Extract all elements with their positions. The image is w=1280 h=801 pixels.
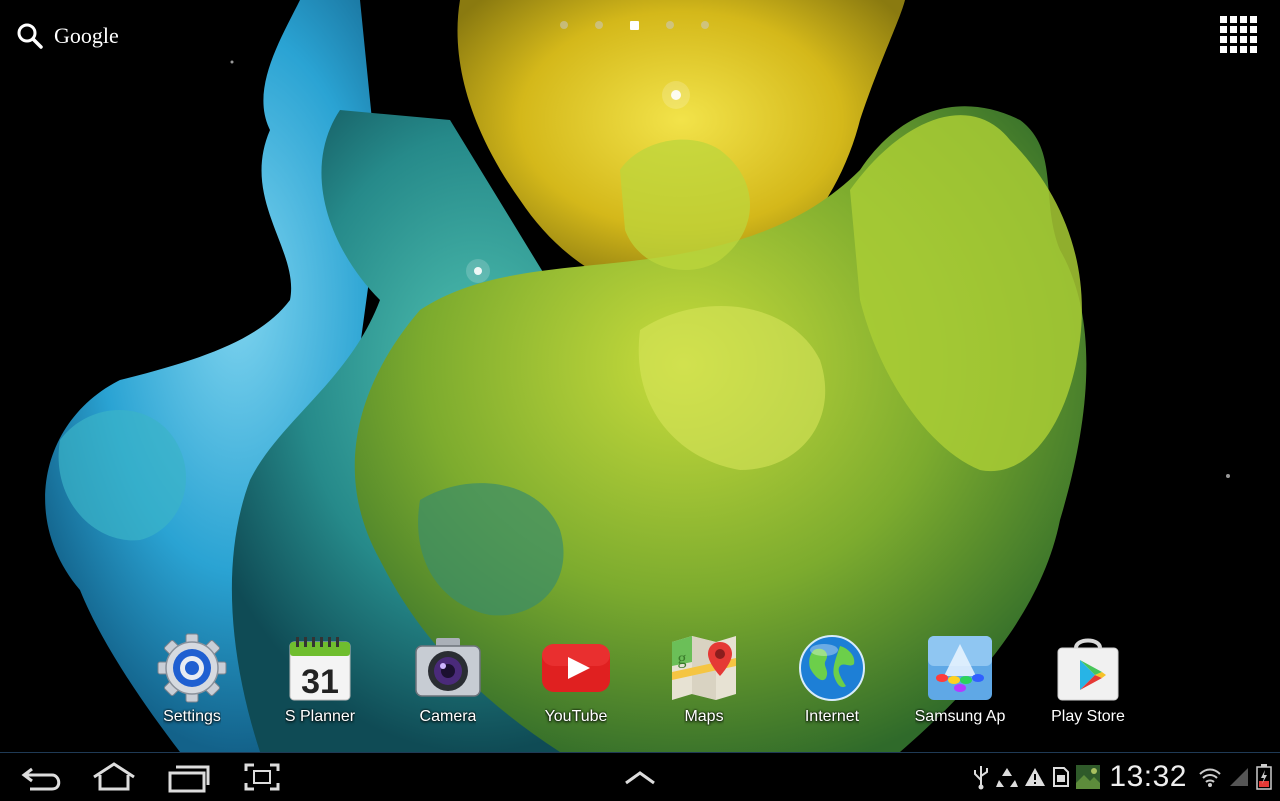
app-youtube[interactable]: YouTube xyxy=(512,632,640,742)
page-dot[interactable] xyxy=(666,21,674,29)
app-camera[interactable]: Camera xyxy=(384,632,512,742)
app-label: Play Store xyxy=(1051,708,1125,725)
google-search-label: Google xyxy=(54,23,119,48)
samsung-apps-icon xyxy=(928,636,992,700)
maps-icon: g xyxy=(672,636,736,700)
warning-icon xyxy=(1025,768,1046,786)
back-icon[interactable] xyxy=(14,761,74,793)
app-label: Camera xyxy=(419,708,477,725)
app-settings[interactable]: Settings xyxy=(128,632,256,742)
youtube-icon xyxy=(542,644,610,692)
app-label: Settings xyxy=(163,708,221,725)
settings-gear-icon xyxy=(157,633,227,703)
top-bar: Google xyxy=(0,0,1280,70)
page-dot-active[interactable] xyxy=(630,21,639,30)
play-store-icon xyxy=(1057,638,1119,701)
app-maps[interactable]: g Maps xyxy=(640,632,768,742)
usb-icon xyxy=(974,766,989,790)
calendar-day: 31 xyxy=(301,663,339,701)
svg-text:g: g xyxy=(678,648,687,668)
wifi-icon xyxy=(1199,768,1221,787)
recent-apps-icon[interactable] xyxy=(158,761,218,793)
app-label: YouTube xyxy=(544,708,608,725)
page-dot[interactable] xyxy=(560,21,568,29)
page-dot[interactable] xyxy=(595,21,603,29)
page-dot[interactable] xyxy=(701,21,709,29)
recycle-icon xyxy=(996,768,1019,787)
app-internet[interactable]: Internet xyxy=(768,632,896,742)
app-label: Maps xyxy=(684,708,724,725)
home-page-indicator xyxy=(560,21,709,30)
app-label: Internet xyxy=(804,708,860,725)
system-bar: 13:32 xyxy=(0,752,1280,801)
app-s-planner[interactable]: 31 S Planner xyxy=(256,632,384,742)
google-search-bar[interactable]: Google xyxy=(16,18,119,54)
app-samsung-apps[interactable]: Samsung Ap xyxy=(896,632,1024,742)
photo-thumbnail-icon xyxy=(1076,765,1101,789)
status-tray[interactable]: 13:32 xyxy=(969,753,1280,801)
camera-icon xyxy=(415,638,481,697)
home-dock: Settings 31 S Planner Camera YouTube g M… xyxy=(128,632,1152,742)
app-label: Samsung Ap xyxy=(914,708,1006,725)
screenshot-icon[interactable] xyxy=(232,761,292,793)
globe-icon xyxy=(799,635,865,701)
app-label: S Planner xyxy=(284,708,356,725)
battery-icon xyxy=(1256,764,1272,790)
sim-card-icon xyxy=(1053,767,1070,787)
home-icon[interactable] xyxy=(84,761,144,793)
app-play-store[interactable]: Play Store xyxy=(1024,632,1152,742)
calendar-icon: 31 xyxy=(289,637,351,701)
signal-icon xyxy=(1230,768,1248,786)
app-drawer-grid-icon[interactable] xyxy=(1218,14,1260,56)
search-icon xyxy=(17,23,43,49)
expand-up-icon[interactable] xyxy=(610,761,670,793)
status-clock: 13:32 xyxy=(1109,760,1187,793)
